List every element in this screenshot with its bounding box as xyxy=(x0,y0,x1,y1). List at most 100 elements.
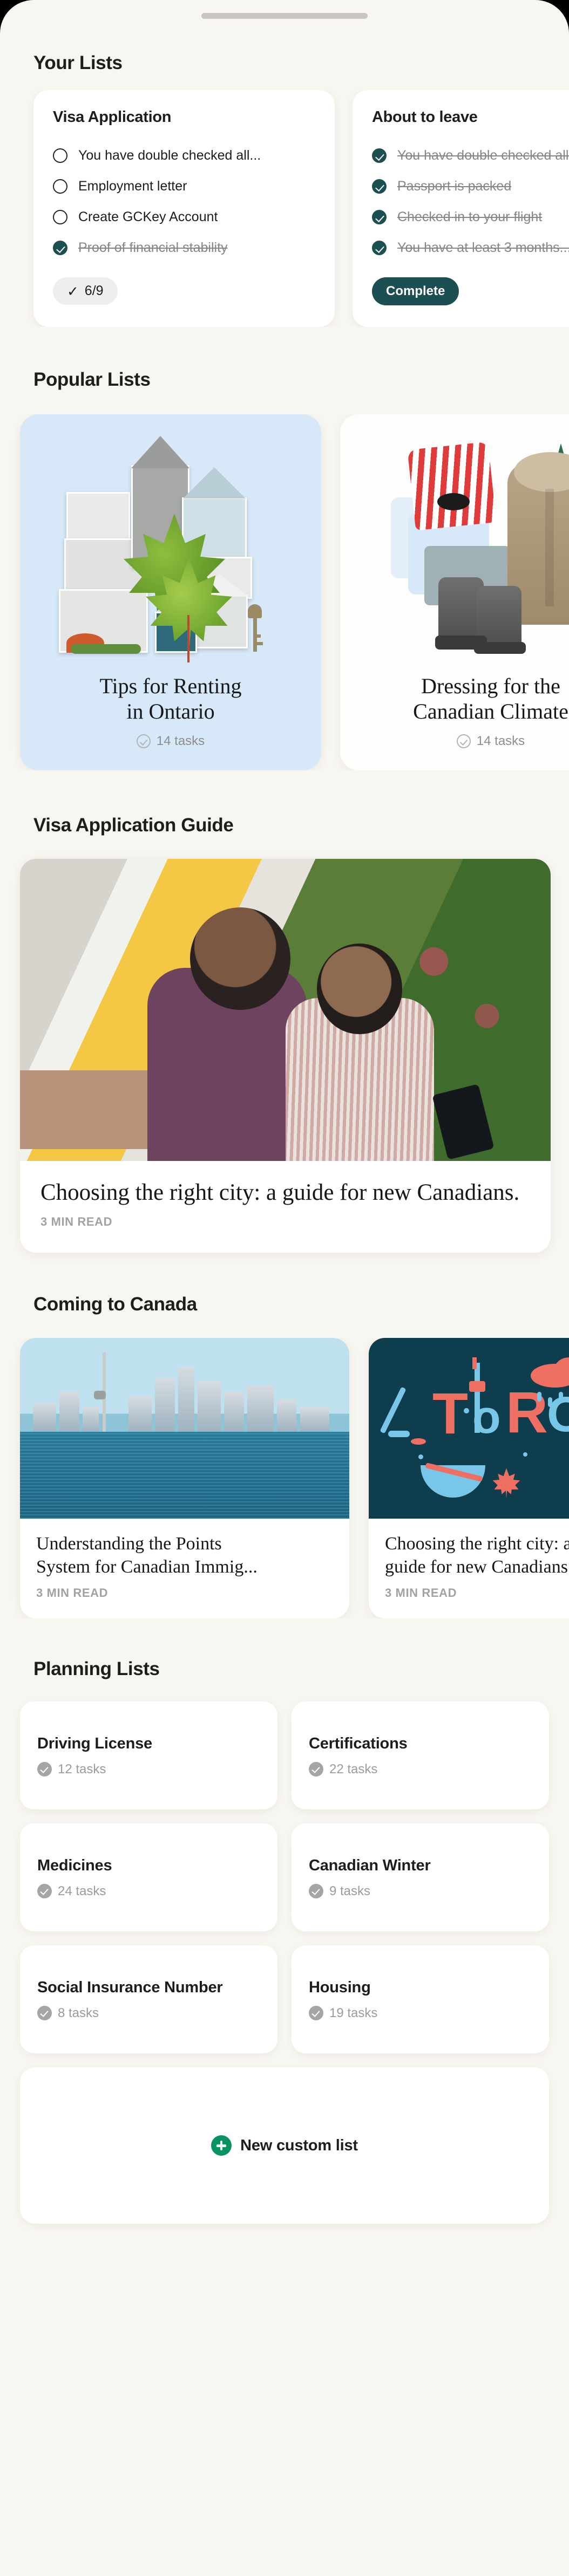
check-circle-icon xyxy=(456,734,471,749)
your-lists-heading: Your Lists xyxy=(33,52,123,73)
article-card-points-system[interactable]: Understanding the Points System for Cana… xyxy=(20,1337,349,1619)
popular-lists-heading: Popular Lists xyxy=(33,369,151,390)
article-hero-image xyxy=(20,859,551,1161)
todo-item[interactable]: Passport is packed xyxy=(372,171,569,202)
drag-handle-icon[interactable] xyxy=(201,13,368,19)
task-count: 14 tasks xyxy=(476,734,525,749)
coming-to-canada-section: Coming to Canada Understanding the Point… xyxy=(0,1294,569,1619)
article-title: Understanding the Points System for Cana… xyxy=(36,1533,258,1577)
planning-card-social-insurance-number[interactable]: Social Insurance Number 8 tasks xyxy=(20,1945,277,2054)
check-circle-icon xyxy=(37,1762,52,1777)
task-count: 12 tasks xyxy=(58,1761,106,1776)
list-card-title: Visa Application xyxy=(53,108,172,126)
task-count: 14 tasks xyxy=(156,734,205,749)
popular-card-canadian-climate[interactable]: Dressing for the Canadian Climate 14 tas… xyxy=(340,414,569,771)
planning-card-driving-license[interactable]: Driving License 12 tasks xyxy=(20,1702,277,1810)
plus-icon xyxy=(211,2135,232,2156)
todo-item[interactable]: Proof of financial stability xyxy=(53,233,315,263)
popular-card-tasks: 14 tasks xyxy=(136,734,205,749)
check-circle-icon xyxy=(136,734,151,749)
planning-card-medicines[interactable]: Medicines 24 tasks xyxy=(20,1823,277,1932)
task-count: 9 tasks xyxy=(329,1883,371,1898)
planning-lists-grid: Driving License 12 tasks Certifications … xyxy=(20,1702,549,2054)
toronto-lettering-image: T o R O xyxy=(369,1337,569,1519)
planning-card-tasks: 19 tasks xyxy=(309,2006,532,2021)
todo-item[interactable]: You have double checked all... xyxy=(53,140,315,171)
todo-label: You have at least 3 months... xyxy=(397,240,569,255)
list-card-title: About to leave xyxy=(372,108,478,126)
popular-card-tasks: 14 tasks xyxy=(456,734,525,749)
planning-card-title: Medicines xyxy=(37,1856,112,1874)
coat-boots-swimsuit-illustration xyxy=(375,433,569,665)
task-count: 8 tasks xyxy=(58,2005,99,2020)
checkbox-checked-icon[interactable] xyxy=(372,210,387,224)
article-title: Choosing the right city: a guide for new… xyxy=(385,1533,569,1577)
article-read-time: 3 MIN READ xyxy=(36,1586,109,1600)
progress-badge: ✓ 6/9 xyxy=(53,277,118,305)
checkbox-checked-icon[interactable] xyxy=(53,241,67,255)
check-circle-icon xyxy=(309,1884,323,1899)
todo-item[interactable]: You have at least 3 months... xyxy=(372,233,569,263)
planning-card-certifications[interactable]: Certifications 22 tasks xyxy=(292,1702,549,1810)
bottom-sheet: Your Lists Visa Application You have dou… xyxy=(0,0,569,2576)
planning-card-title: Canadian Winter xyxy=(309,1856,431,1874)
task-count: 19 tasks xyxy=(329,2005,378,2020)
todo-label: You have double checked all... xyxy=(78,148,261,163)
checkbox-checked-icon[interactable] xyxy=(372,179,387,194)
your-lists-section: Your Lists Visa Application You have dou… xyxy=(0,52,569,327)
coming-to-canada-heading: Coming to Canada xyxy=(33,1293,197,1315)
article-card-choosing-right-city-2[interactable]: T o R O Choosing the right city: a guide… xyxy=(369,1337,569,1619)
task-count: 24 tasks xyxy=(58,1883,106,1898)
planning-card-title: Housing xyxy=(309,1978,371,1996)
coming-to-canada-carousel[interactable]: Understanding the Points System for Cana… xyxy=(0,1337,569,1619)
planning-card-tasks: 22 tasks xyxy=(309,1762,532,1777)
todo-item[interactable]: You have double checked all... xyxy=(372,140,569,171)
article-read-time: 3 MIN READ xyxy=(385,1586,457,1600)
status-badge-complete: Complete xyxy=(372,277,459,305)
visa-guide-heading: Visa Application Guide xyxy=(33,815,234,836)
check-circle-icon xyxy=(309,1762,323,1777)
new-custom-list-button[interactable]: New custom list xyxy=(20,2067,549,2224)
popular-lists-carousel[interactable]: Tips for Renting in Ontario 14 tasks Dre… xyxy=(0,414,569,771)
new-custom-list-label: New custom list xyxy=(240,2136,358,2154)
article-title: Choosing the right city: a guide for new… xyxy=(40,1180,520,1206)
check-circle-icon xyxy=(37,1884,52,1899)
todo-item[interactable]: Checked in to your flight xyxy=(372,202,569,233)
popular-card-title: Dressing for the Canadian Climate xyxy=(413,674,568,724)
todo-label: Checked in to your flight xyxy=(397,209,543,224)
article-read-time: 3 MIN READ xyxy=(40,1214,113,1228)
check-circle-icon xyxy=(309,2006,323,2021)
houses-maple-key-illustration xyxy=(55,433,287,665)
todo-label: Employment letter xyxy=(78,179,187,194)
checkbox-unchecked-icon[interactable] xyxy=(53,179,67,194)
checkbox-checked-icon[interactable] xyxy=(372,148,387,163)
todo-label: Proof of financial stability xyxy=(78,240,228,255)
article-card-choosing-right-city[interactable]: Choosing the right city: a guide for new… xyxy=(20,859,551,1253)
planning-card-tasks: 8 tasks xyxy=(37,2006,260,2021)
drag-handle-container[interactable] xyxy=(0,0,569,19)
planning-card-title: Social Insurance Number xyxy=(37,1978,223,1996)
planning-card-canadian-winter[interactable]: Canadian Winter 9 tasks xyxy=(292,1823,549,1932)
planning-card-tasks: 9 tasks xyxy=(309,1884,532,1899)
checkbox-checked-icon[interactable] xyxy=(372,241,387,255)
todo-item[interactable]: Create GCKey Account xyxy=(53,202,315,233)
planning-lists-section: Planning Lists Driving License 12 tasks … xyxy=(0,1658,569,2224)
popular-card-renting-ontario[interactable]: Tips for Renting in Ontario 14 tasks xyxy=(20,414,321,771)
your-lists-carousel[interactable]: Visa Application You have double checked… xyxy=(0,90,569,327)
toronto-skyline-image xyxy=(20,1337,349,1519)
list-card-about-to-leave[interactable]: About to leave You have double checked a… xyxy=(353,90,569,327)
todo-item[interactable]: Employment letter xyxy=(53,171,315,202)
check-icon: ✓ xyxy=(67,283,79,299)
list-card-visa-application[interactable]: Visa Application You have double checked… xyxy=(33,90,335,327)
todo-label: Create GCKey Account xyxy=(78,209,218,224)
popular-lists-section: Popular Lists Tips for Renting in Ontari… xyxy=(0,369,569,771)
popular-card-title: Tips for Renting in Ontario xyxy=(99,674,242,724)
planning-card-tasks: 12 tasks xyxy=(37,1762,260,1777)
planning-card-title: Certifications xyxy=(309,1734,408,1752)
todo-label: You have double checked all... xyxy=(397,148,569,163)
planning-card-housing[interactable]: Housing 19 tasks xyxy=(292,1945,549,2054)
planning-card-title: Driving License xyxy=(37,1734,152,1752)
checkbox-unchecked-icon[interactable] xyxy=(53,210,67,224)
checkbox-unchecked-icon[interactable] xyxy=(53,148,67,163)
progress-count: 6/9 xyxy=(84,283,104,298)
